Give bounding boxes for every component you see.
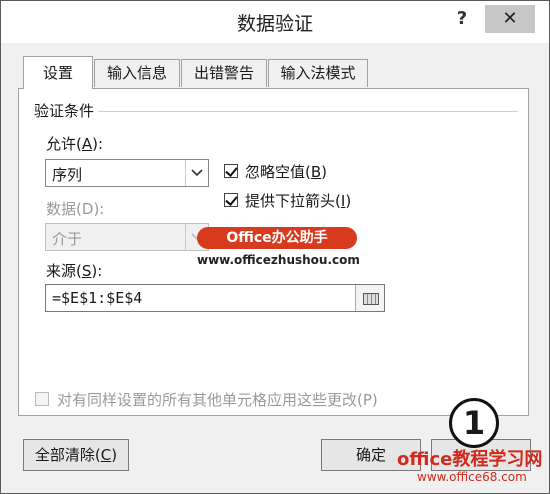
site-url-watermark: www.office68.com [417,470,527,484]
site-watermark: office教程学习网 [397,449,543,470]
tab-settings[interactable]: 设置 [23,56,93,89]
source-label: 来源(S): [46,262,103,280]
allow-dropdown[interactable]: 序列 [45,159,209,187]
chevron-down-icon[interactable] [185,160,208,186]
dropdown-arrow-text: 提供下拉箭头 [245,192,336,210]
source-input[interactable]: =$E$1:$E$4 [45,284,385,312]
allow-value: 序列 [52,166,83,184]
apply-all-label[interactable]: 对有同样设置的所有其他单元格应用这些更改(P) [57,389,378,410]
dropdown-arrow-checkbox[interactable] [224,193,238,207]
apply-all-key: P [362,391,372,409]
brand-watermark: Office办公助手 [197,227,357,249]
group-divider [98,111,518,112]
help-button[interactable]: ? [449,5,475,33]
data-label: 数据(D): [46,200,105,218]
apply-all-text: 对有同样设置的所有其他单元格应用这些更改 [57,391,358,409]
clear-all-button[interactable]: 全部清除(C) [23,439,129,471]
ignore-blank-label[interactable]: 忽略空值(B) [245,161,327,182]
validation-criteria-heading: 验证条件 [34,102,95,120]
data-value: 介于 [52,230,83,248]
tab-input-message[interactable]: 输入信息 [94,59,180,87]
close-button[interactable]: ✕ [485,5,535,33]
tab-ime-mode[interactable]: 输入法模式 [268,59,368,87]
range-select-button[interactable] [355,285,384,311]
allow-label: 允许(A): [46,135,104,153]
source-value: =$E$1:$E$4 [52,289,143,307]
source-access-key: S [81,262,92,280]
clear-all-text: 全部清除 [34,446,95,464]
allow-access-key: A [81,135,93,153]
range-select-icon [363,293,379,305]
brand-url-watermark: www.officezhushou.com [197,253,360,267]
ignore-blank-checkbox[interactable] [224,164,238,178]
data-label-text: 数据 [46,200,77,218]
ignore-blank-key: B [310,163,322,181]
step-number-marker: 1 [449,398,499,448]
data-validation-dialog: 数据验证 ? ✕ 设置 输入信息 出错警告 输入法模式 验证条件 允许(A): … [0,0,550,494]
dropdown-arrow-label[interactable]: 提供下拉箭头(I) [245,190,351,211]
clear-all-key: C [100,446,112,464]
data-access-key: D [81,200,94,218]
title-bar: 数据验证 ? ✕ [1,1,549,43]
tab-error-alert[interactable]: 出错警告 [181,59,267,87]
source-label-text: 来源 [46,262,77,280]
allow-label-text: 允许 [46,135,77,153]
apply-all-checkbox[interactable] [35,392,49,406]
ignore-blank-text: 忽略空值 [245,163,306,181]
dropdown-arrow-key: I [340,192,346,210]
data-dropdown: 介于 [45,223,209,251]
